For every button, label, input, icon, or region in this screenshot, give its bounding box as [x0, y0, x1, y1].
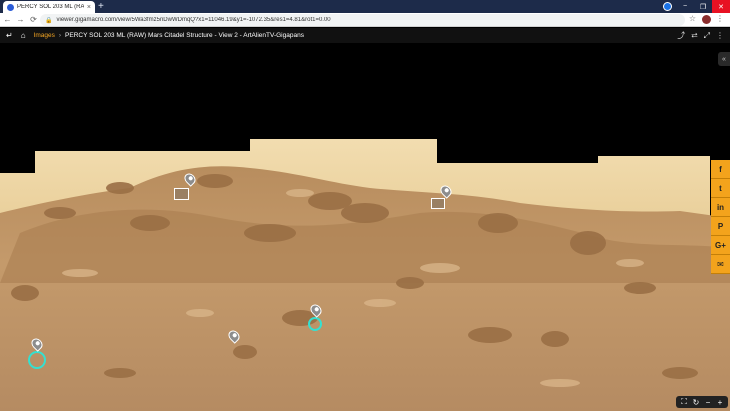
address-url[interactable]: viewer.gigamacro.com/view/5Wa3fmz5nDwWDm… — [56, 17, 330, 23]
google-plus-share-icon[interactable]: G+ — [711, 236, 730, 255]
back-arrow-icon[interactable]: ← — [2, 15, 13, 24]
annotation-marker-icon[interactable] — [226, 328, 242, 344]
breadcrumb-separator: › — [58, 32, 62, 39]
rotate-icon[interactable]: ↻ — [691, 398, 701, 407]
mars-panorama-image[interactable] — [0, 43, 730, 411]
annotation-marker-icon[interactable] — [438, 183, 454, 199]
window-close-button[interactable]: ✕ — [712, 0, 730, 13]
chrome-account-icon[interactable] — [663, 2, 672, 11]
tab-close-icon[interactable]: × — [87, 4, 91, 11]
pinterest-share-icon[interactable]: P — [711, 217, 730, 236]
more-options-icon[interactable]: ⋮ — [716, 31, 724, 40]
browser-toolbar: ← → ⟳ 🔒 viewer.gigamacro.com/view/5Wa3fm… — [0, 13, 730, 27]
hotspot-ring[interactable] — [28, 351, 46, 369]
zoom-controls: ⛶ ↻ − + — [676, 396, 728, 408]
social-share-bar: f t in P G+ ✉ — [711, 160, 730, 274]
tab-title: PERCY SOL 203 ML (RAW) Mars — [17, 4, 84, 10]
browser-menu-icon[interactable]: ⋮ — [716, 14, 724, 23]
browser-tab[interactable]: PERCY SOL 203 ML (RAW) Mars × — [3, 1, 95, 13]
window-restore-button[interactable]: ❐ — [694, 0, 712, 13]
share-icon[interactable]: ⤴ — [677, 30, 685, 41]
hotspot-frame[interactable] — [431, 198, 445, 209]
linkedin-share-icon[interactable]: in — [711, 198, 730, 217]
address-bar[interactable]: 🔒 viewer.gigamacro.com/view/5Wa3fmz5nDwW… — [40, 14, 685, 26]
facebook-share-icon[interactable]: f — [711, 160, 730, 179]
page-title: PERCY SOL 203 ML (RAW) Mars Citadel Stru… — [65, 32, 304, 39]
reload-icon[interactable]: ⟳ — [28, 15, 39, 24]
gigamacro-favicon-icon — [7, 3, 14, 11]
viewer-tools: ⤴ ⮂ ⤢ ⋮ — [677, 28, 724, 43]
new-tab-button[interactable]: + — [98, 1, 104, 12]
home-icon[interactable]: ⌂ — [21, 31, 26, 40]
breadcrumb-images-link[interactable]: Images — [34, 32, 55, 39]
viewer-header: ↵ ⌂ Images › PERCY SOL 203 ML (RAW) Mars… — [0, 28, 730, 43]
annotation-marker-icon[interactable] — [308, 302, 324, 318]
zoom-out-button[interactable]: − — [703, 398, 713, 407]
window-controls: − ❐ ✕ — [676, 0, 730, 13]
return-icon[interactable]: ↵ — [6, 31, 13, 40]
window-minimize-button[interactable]: − — [676, 0, 694, 13]
fullscreen-icon[interactable]: ⤢ — [704, 31, 710, 41]
hotspot-frame[interactable] — [174, 188, 189, 200]
hotspot-ring[interactable] — [308, 317, 322, 331]
browser-tab-strip: PERCY SOL 203 ML (RAW) Mars × + − ❐ ✕ — [0, 0, 730, 13]
twitter-share-icon[interactable]: t — [711, 179, 730, 198]
bookmark-star-icon[interactable]: ☆ — [689, 14, 696, 23]
profile-avatar[interactable] — [702, 15, 711, 24]
email-share-icon[interactable]: ✉ — [711, 255, 730, 274]
forward-arrow-icon[interactable]: → — [15, 15, 26, 24]
panel-collapse-icon[interactable]: « — [718, 52, 730, 66]
annotation-marker-icon[interactable] — [182, 171, 198, 187]
zoom-in-button[interactable]: + — [715, 398, 725, 407]
annotation-marker-icon[interactable] — [29, 336, 45, 352]
compare-icon[interactable]: ⮂ — [691, 31, 697, 41]
fit-screen-icon[interactable]: ⛶ — [679, 397, 689, 407]
lock-icon[interactable]: 🔒 — [45, 17, 52, 24]
image-viewer[interactable]: « f t in P G+ ✉ ⛶ ↻ − + — [0, 43, 730, 411]
